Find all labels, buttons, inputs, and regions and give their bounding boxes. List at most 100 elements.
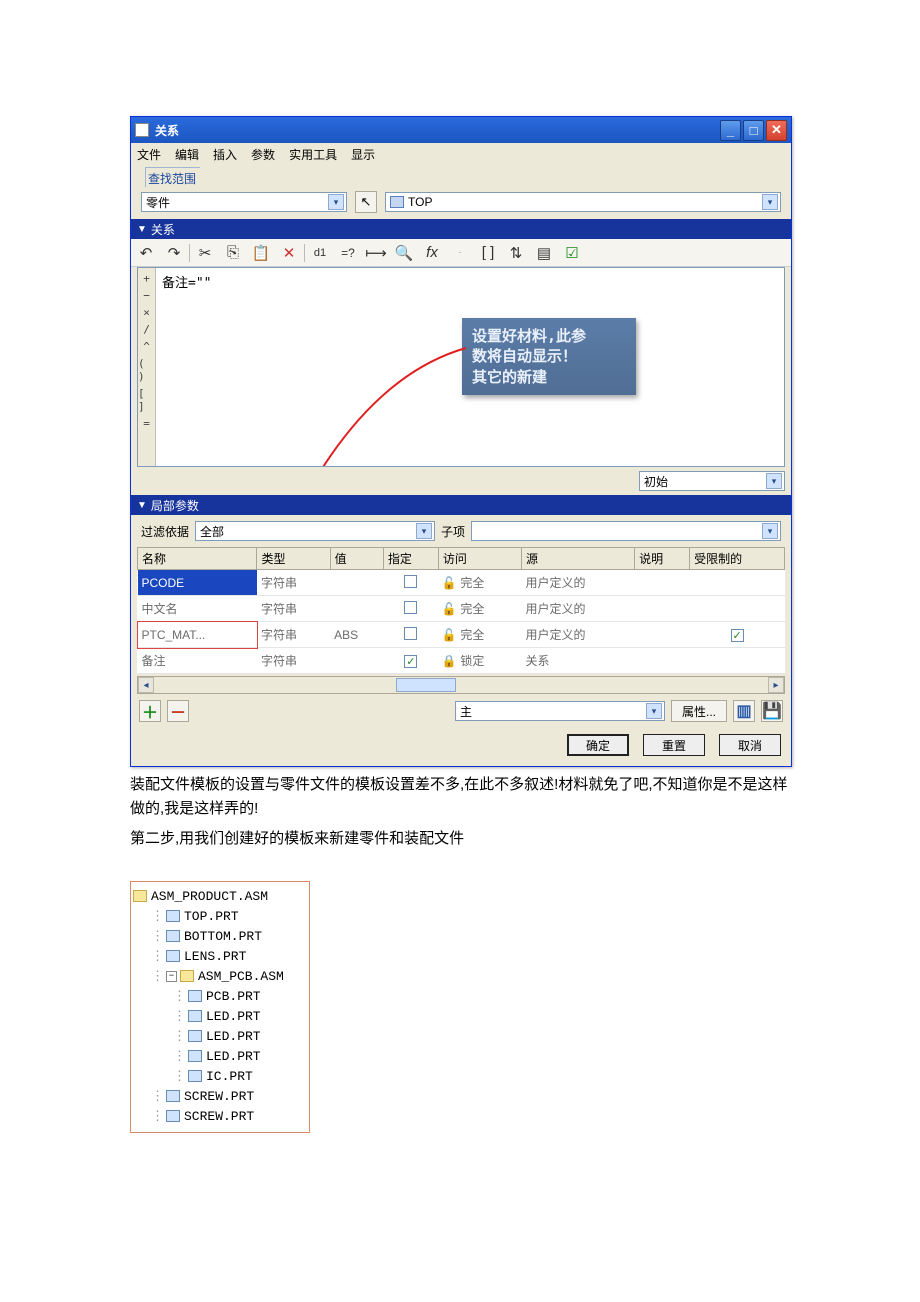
cell-name[interactable]: PCODE	[138, 570, 257, 596]
cell-designate[interactable]: ✓	[383, 648, 438, 674]
reset-button[interactable]: 重置	[643, 734, 705, 756]
cell-access[interactable]: 🔓完全	[438, 622, 521, 648]
horizontal-scrollbar[interactable]: ◂ ▸	[137, 676, 785, 694]
section-localparams-header[interactable]: ▼ 局部参数	[131, 495, 791, 515]
paste-icon[interactable]: 📋	[252, 244, 270, 262]
operator-button[interactable]: ×	[143, 306, 150, 319]
check-icon[interactable]: ☑	[563, 244, 581, 262]
tree-item[interactable]: ASM_PRODUCT.ASM	[133, 886, 307, 906]
scope-type-dropdown[interactable]: 零件 ▾	[141, 192, 347, 212]
col-designate[interactable]: 指定	[383, 548, 438, 570]
sort-icon[interactable]: ⇅	[507, 244, 525, 262]
operator-button[interactable]: ^	[143, 340, 150, 353]
filter-dropdown[interactable]: 全部 ▾	[195, 521, 435, 541]
tree-item[interactable]: ⋮BOTTOM.PRT	[133, 926, 307, 946]
copy-icon[interactable]: ⎘	[224, 244, 242, 262]
cell-value[interactable]	[330, 570, 383, 596]
tree-item[interactable]: ⋮LED.PRT	[133, 1026, 307, 1046]
cell-designate[interactable]	[383, 622, 438, 648]
cell-name[interactable]: PTC_MAT...	[138, 622, 257, 648]
tree-toggle-icon[interactable]: −	[166, 971, 177, 982]
maximize-button[interactable]: □	[743, 120, 764, 141]
titlebar[interactable]: 关系 _ □ ✕	[131, 117, 791, 143]
menu-edit[interactable]: 编辑	[175, 146, 199, 163]
table-row[interactable]: 备注字符串✓🔒锁定关系	[138, 648, 785, 674]
delete-icon[interactable]: ✕	[280, 244, 298, 262]
cell-access[interactable]: 🔒锁定	[438, 648, 521, 674]
col-type[interactable]: 类型	[257, 548, 330, 570]
operator-button[interactable]: [ ]	[138, 387, 155, 413]
col-desc[interactable]: 说明	[635, 548, 690, 570]
subitem-dropdown[interactable]: ▾	[471, 521, 781, 541]
save-button[interactable]: 💾	[761, 700, 783, 722]
undo-icon[interactable]: ↶	[137, 244, 155, 262]
operator-button[interactable]: =	[143, 417, 150, 430]
col-value[interactable]: 值	[330, 548, 383, 570]
table-row[interactable]: PCODE字符串🔓完全用户定义的	[138, 570, 785, 596]
cancel-button[interactable]: 取消	[719, 734, 781, 756]
menu-insert[interactable]: 插入	[213, 146, 237, 163]
scroll-thumb[interactable]	[396, 678, 456, 692]
scroll-left-icon[interactable]: ◂	[138, 677, 154, 693]
menu-file[interactable]: 文件	[137, 146, 161, 163]
cell-restricted[interactable]: ✓	[690, 622, 785, 648]
remove-param-button[interactable]: －	[167, 700, 189, 722]
cell-name[interactable]: 备注	[138, 648, 257, 674]
tree-item[interactable]: ⋮IC.PRT	[133, 1066, 307, 1086]
cut-icon[interactable]: ✂	[196, 244, 214, 262]
dimension-icon[interactable]: ⟼	[367, 244, 385, 262]
list-icon[interactable]: ▤	[535, 244, 553, 262]
fx-icon[interactable]: fx	[423, 244, 441, 262]
tree-item[interactable]: ⋮SCREW.PRT	[133, 1106, 307, 1126]
cell-restricted[interactable]	[690, 570, 785, 596]
properties-button[interactable]: 属性...	[671, 700, 727, 722]
ok-button[interactable]: 确定	[567, 734, 629, 756]
minimize-button[interactable]: _	[720, 120, 741, 141]
tree-item[interactable]: ⋮LENS.PRT	[133, 946, 307, 966]
tree-item[interactable]: ⋮SCREW.PRT	[133, 1086, 307, 1106]
brackets-icon[interactable]: [ ]	[479, 244, 497, 262]
find-icon[interactable]: 🔍	[395, 244, 413, 262]
col-access[interactable]: 访问	[438, 548, 521, 570]
tree-item[interactable]: ⋮PCB.PRT	[133, 986, 307, 1006]
operator-button[interactable]: +	[143, 272, 150, 285]
initial-dropdown[interactable]: 初始 ▾	[639, 471, 785, 491]
redo-icon[interactable]: ↷	[165, 244, 183, 262]
tree-item[interactable]: ⋮TOP.PRT	[133, 906, 307, 926]
cell-restricted[interactable]	[690, 596, 785, 622]
columns-button[interactable]: ▥	[733, 700, 755, 722]
cell-value[interactable]	[330, 648, 383, 674]
tree-item[interactable]: ⋮LED.PRT	[133, 1046, 307, 1066]
cell-name[interactable]: 中文名	[138, 596, 257, 622]
tree-item[interactable]: ⋮LED.PRT	[133, 1006, 307, 1026]
menu-tools[interactable]: 实用工具	[289, 146, 337, 163]
cell-designate[interactable]	[383, 596, 438, 622]
cell-access[interactable]: 🔓完全	[438, 596, 521, 622]
menu-display[interactable]: 显示	[351, 146, 375, 163]
evaluate-icon[interactable]: =?	[339, 244, 357, 262]
section-relations-header[interactable]: ▼ 关系	[131, 219, 791, 239]
add-param-button[interactable]: ＋	[139, 700, 161, 722]
table-row[interactable]: PTC_MAT...字符串ABS🔓完全用户定义的✓	[138, 622, 785, 648]
scroll-right-icon[interactable]: ▸	[768, 677, 784, 693]
relations-textarea[interactable]: 备注="" 设置好材料,此参 数将自动显示！ 其它的新建	[156, 268, 784, 466]
table-row[interactable]: 中文名字符串🔓完全用户定义的	[138, 596, 785, 622]
col-restricted[interactable]: 受限制的	[690, 548, 785, 570]
main-dropdown[interactable]: 主 ▾	[455, 701, 665, 721]
close-button[interactable]: ✕	[766, 120, 787, 141]
operator-button[interactable]: ( )	[138, 357, 155, 383]
operator-button[interactable]: −	[143, 289, 150, 302]
tree-item[interactable]: ⋮−ASM_PCB.ASM	[133, 966, 307, 986]
cell-value[interactable]	[330, 596, 383, 622]
col-source[interactable]: 源	[522, 548, 635, 570]
cell-value[interactable]: ABS	[330, 622, 383, 648]
cell-designate[interactable]	[383, 570, 438, 596]
scope-target-dropdown[interactable]: TOP ▾	[385, 192, 781, 212]
operator-button[interactable]: /	[143, 323, 150, 336]
cell-access[interactable]: 🔓完全	[438, 570, 521, 596]
col-name[interactable]: 名称	[138, 548, 257, 570]
units-icon[interactable]: d1	[311, 244, 329, 262]
cell-restricted[interactable]	[690, 648, 785, 674]
pick-button[interactable]: ↖	[355, 191, 377, 213]
menu-params[interactable]: 参数	[251, 146, 275, 163]
